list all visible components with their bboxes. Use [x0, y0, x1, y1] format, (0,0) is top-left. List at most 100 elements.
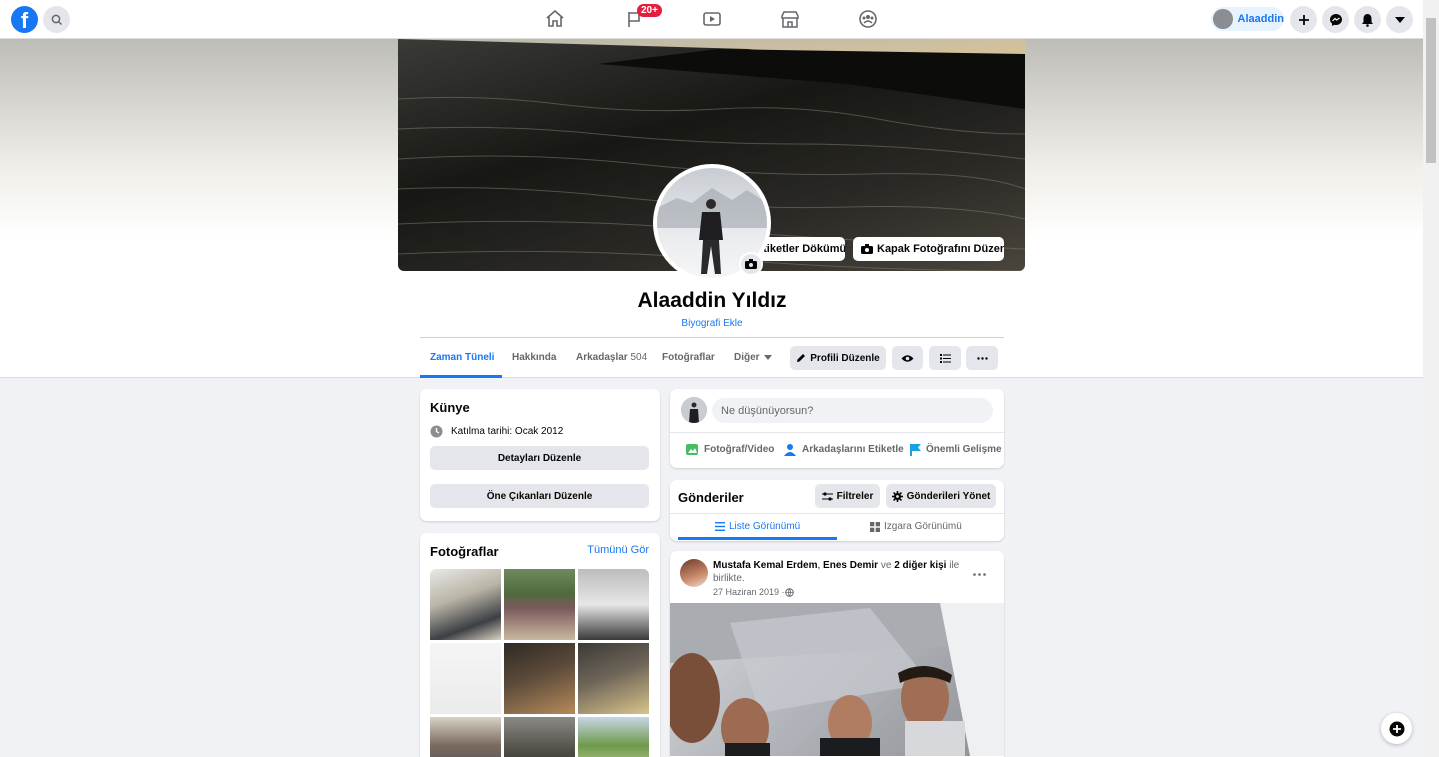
photo-thumbnail[interactable]: [578, 569, 649, 640]
post-card: Mustafa Kemal Erdem, Enes Demir ve 2 diğ…: [670, 551, 1004, 757]
photo-thumbnail[interactable]: [504, 717, 575, 757]
intro-card: Künye Katılma tarihi: Ocak 2012 Detaylar…: [420, 389, 660, 521]
camera-icon: [745, 259, 757, 269]
tag-friends-button[interactable]: Arkadaşlarını Etiketle: [784, 443, 904, 456]
active-tab-indicator: [420, 375, 502, 378]
edit-featured-button[interactable]: Öne Çıkanları Düzenle: [430, 484, 649, 508]
create-button[interactable]: [1290, 6, 1317, 33]
profile-name: Alaaddin Yıldız: [637, 289, 787, 312]
photo-thumbnail[interactable]: [430, 643, 501, 714]
search-icon: [51, 14, 62, 25]
profile-shortcut[interactable]: Alaaddin: [1211, 7, 1284, 31]
video-icon: [703, 12, 721, 26]
photo-thumbnail[interactable]: [430, 717, 501, 757]
memories-button[interactable]: Anı Etiketler Dökümü: [757, 237, 845, 261]
photo-thumbnail[interactable]: [578, 717, 649, 757]
top-navigation-bar: f 20+ Alaaddin: [0, 0, 1423, 39]
avatar: [1213, 9, 1233, 29]
nav-marketplace[interactable]: [778, 8, 802, 30]
avatar[interactable]: [680, 559, 708, 587]
photo-icon: [686, 444, 698, 455]
account-menu-button[interactable]: [1386, 6, 1413, 33]
view-as-button[interactable]: [892, 346, 923, 370]
post-timestamp[interactable]: 27 Haziran 2019 ·: [713, 587, 794, 597]
clock-icon: [430, 425, 443, 438]
tab-friends[interactable]: Arkadaşlar 504: [576, 352, 647, 363]
others-link[interactable]: 2 diğer kişi: [894, 560, 946, 571]
ellipsis-icon: [976, 356, 988, 360]
tab-timeline[interactable]: Zaman Tüneli: [430, 352, 494, 363]
eye-icon: [901, 354, 914, 362]
manage-posts-button[interactable]: Gönderileri Yönet: [886, 484, 996, 508]
edit-profile-picture-button[interactable]: [739, 252, 763, 276]
notifications-button[interactable]: [1354, 6, 1381, 33]
tagged-user-link[interactable]: Enes Demir: [823, 560, 878, 571]
pencil-icon: [797, 354, 806, 362]
posts-header-divider: [670, 513, 1004, 514]
post-options-button[interactable]: [973, 565, 986, 579]
photos-card: Fotoğraflar Tümünü Gör: [420, 533, 660, 757]
activity-log-button[interactable]: [929, 346, 961, 370]
tab-about[interactable]: Hakkında: [512, 352, 556, 363]
tab-photos[interactable]: Fotoğraflar: [662, 352, 715, 363]
new-message-button[interactable]: [1381, 713, 1412, 744]
grid-view-tab[interactable]: Izgara Görünümü: [870, 521, 962, 532]
search-button[interactable]: [43, 6, 70, 33]
add-bio-link[interactable]: Biyografi Ekle: [420, 318, 1004, 329]
life-event-button[interactable]: Önemli Gelişme: [908, 443, 1002, 456]
messenger-button[interactable]: [1322, 6, 1349, 33]
plus-icon: [1298, 14, 1309, 25]
sliders-icon: [821, 491, 833, 501]
grid-icon: [870, 521, 880, 532]
see-all-photos-link[interactable]: Tümünü Gör: [587, 544, 649, 556]
scrollbar-thumb[interactable]: [1426, 18, 1436, 163]
photo-thumbnail[interactable]: [504, 569, 575, 640]
nav-home[interactable]: [543, 8, 567, 30]
groups-icon: [859, 10, 877, 28]
caret-down-icon: [763, 355, 772, 360]
photo-video-button[interactable]: Fotoğraf/Video: [686, 443, 774, 456]
plus-circle-icon: [1389, 721, 1404, 736]
status-input[interactable]: Ne düşünüyorsun?: [712, 398, 993, 423]
nav-watch[interactable]: [700, 8, 724, 30]
list-icon: [715, 522, 725, 531]
nav-groups[interactable]: [856, 8, 880, 30]
avatar: [681, 397, 707, 423]
gear-icon: [891, 490, 903, 502]
more-options-button[interactable]: [966, 346, 998, 370]
post-header-text: Mustafa Kemal Erdem, Enes Demir ve 2 diğ…: [713, 560, 960, 584]
globe-icon: [784, 587, 794, 597]
photo-grid: [430, 569, 649, 757]
active-view-indicator: [678, 537, 837, 540]
post-photo[interactable]: [670, 603, 1004, 756]
messenger-icon: [1329, 13, 1342, 26]
page-scrollbar[interactable]: [1423, 0, 1439, 757]
composer-divider: [670, 432, 1004, 433]
bell-icon: [1362, 13, 1373, 27]
filters-button[interactable]: Filtreler: [815, 484, 880, 508]
posts-header-card: Gönderiler Filtreler Gönderileri Yönet L…: [670, 480, 1004, 541]
camera-icon: [861, 244, 873, 254]
edit-details-button[interactable]: Detayları Düzenle: [430, 446, 649, 470]
edit-profile-button[interactable]: Profili Düzenle: [790, 346, 886, 370]
post-composer: Ne düşünüyorsun? Fotoğraf/Video Arkadaşl…: [670, 389, 1004, 468]
photo-thumbnail[interactable]: [578, 643, 649, 714]
joined-row: Katılma tarihi: Ocak 2012: [430, 425, 563, 438]
flag-icon: [910, 444, 921, 456]
store-icon: [781, 11, 799, 28]
posts-title: Gönderiler: [678, 490, 744, 505]
list-icon: [939, 353, 951, 363]
header-divider: [420, 337, 1004, 338]
edit-cover-photo-button[interactable]: Kapak Fotoğrafını Düzenle: [853, 237, 1004, 261]
facebook-logo[interactable]: f: [11, 6, 38, 33]
photo-thumbnail[interactable]: [430, 569, 501, 640]
caret-down-icon: [1394, 16, 1405, 23]
friends-count: 504: [630, 352, 648, 363]
tab-more[interactable]: Diğer: [734, 352, 772, 363]
avatar-image: [681, 397, 707, 423]
intro-title: Künye: [430, 400, 470, 415]
photo-thumbnail[interactable]: [504, 643, 575, 714]
list-view-tab[interactable]: Liste Görünümü: [715, 521, 800, 532]
post-author-link[interactable]: Mustafa Kemal Erdem: [713, 560, 817, 571]
home-icon: [546, 10, 564, 27]
